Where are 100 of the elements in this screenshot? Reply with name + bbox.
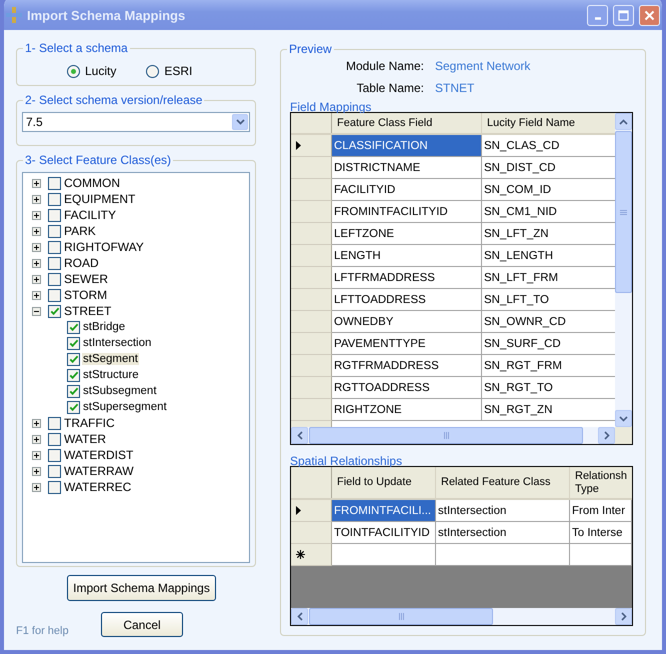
tree-item[interactable]: SEWER xyxy=(63,272,110,286)
column-header[interactable]: Feature Class Field xyxy=(332,113,482,133)
tree-item[interactable]: EQUIPMENT xyxy=(63,192,136,206)
radio-button[interactable]: ESRI xyxy=(146,64,192,78)
plus-icon xyxy=(34,484,39,490)
tree-item[interactable]: stBridge xyxy=(82,321,126,333)
tree-item[interactable]: stStructure xyxy=(82,369,140,381)
checkbox[interactable] xyxy=(48,416,61,430)
horizontal-scrollbar[interactable] xyxy=(291,427,632,444)
expander-icon[interactable] xyxy=(32,450,41,460)
tree-item[interactable]: stIntersection xyxy=(82,337,152,349)
checkbox[interactable] xyxy=(48,192,61,206)
group-title: 3- Select Feature Class(es) xyxy=(23,153,174,167)
plus-icon xyxy=(34,468,39,474)
close-button[interactable] xyxy=(639,4,660,26)
tree-item[interactable]: stSegment xyxy=(82,353,139,365)
plus-icon xyxy=(34,228,39,234)
checkbox[interactable] xyxy=(67,400,80,414)
checkbox[interactable] xyxy=(48,432,61,446)
tree-item[interactable]: STORM xyxy=(63,288,108,302)
current-row-icon xyxy=(296,506,301,515)
checkbox[interactable] xyxy=(48,288,61,302)
tree-item[interactable]: COMMON xyxy=(63,176,121,190)
expander-icon[interactable] xyxy=(32,290,41,300)
expander-icon[interactable] xyxy=(32,178,41,188)
tree-item[interactable]: WATER xyxy=(63,432,107,446)
horizontal-scrollbar[interactable] xyxy=(291,608,632,625)
tree-item[interactable]: ROAD xyxy=(63,256,100,270)
maximize-icon xyxy=(618,10,629,20)
checkbox[interactable] xyxy=(48,464,61,478)
expander-icon[interactable] xyxy=(32,306,41,316)
checkbox[interactable] xyxy=(48,272,61,286)
expander-icon[interactable] xyxy=(32,210,41,220)
spatial-relationships-grid[interactable]: Field to Update Related Feature Class Relationsh Type FROMINTFACILI... stIntersection From Inter TOINTFACILITYID stIntersection To Interse xyxy=(290,466,633,626)
expander-icon[interactable] xyxy=(32,242,41,252)
scroll-right-button[interactable] xyxy=(615,608,632,625)
radio-button[interactable]: Lucity xyxy=(67,64,116,78)
tree-item[interactable]: PARK xyxy=(63,224,97,238)
checkbox[interactable] xyxy=(48,448,61,462)
scrollbar-corner xyxy=(615,427,632,444)
scroll-left-button[interactable] xyxy=(291,608,308,625)
scroll-up-button[interactable] xyxy=(615,113,632,130)
column-header[interactable]: Relationsh Type xyxy=(570,467,632,498)
tree-item[interactable]: WATERDIST xyxy=(63,448,134,462)
checkbox[interactable] xyxy=(48,208,61,222)
scroll-left-button[interactable] xyxy=(291,427,308,444)
table-cell: RGTFRMADDRESS xyxy=(332,355,482,377)
column-header[interactable]: Field to Update xyxy=(332,467,436,498)
checkbox[interactable] xyxy=(48,224,61,238)
column-header[interactable]: Related Feature Class xyxy=(436,467,570,498)
expander-icon[interactable] xyxy=(32,258,41,268)
tree-item[interactable]: TRAFFIC xyxy=(63,416,116,430)
checkbox[interactable] xyxy=(67,368,80,382)
table-cell: FROMINTFACILITYID xyxy=(332,201,482,223)
checkbox[interactable] xyxy=(48,480,61,494)
checkbox[interactable] xyxy=(48,304,61,318)
expander-icon[interactable] xyxy=(32,482,41,492)
version-dropdown[interactable]: 7.5 xyxy=(22,112,250,132)
checkbox[interactable] xyxy=(67,320,80,334)
expander-icon[interactable] xyxy=(32,434,41,444)
cancel-button[interactable]: Cancel xyxy=(101,612,183,637)
plus-icon xyxy=(34,292,39,298)
plus-icon xyxy=(34,436,39,442)
scrollbar-thumb[interactable] xyxy=(309,608,493,625)
field-label: Module Name: xyxy=(344,59,424,73)
table-cell: stIntersection xyxy=(436,522,570,544)
tree-item[interactable]: stSubsegment xyxy=(82,385,158,397)
checkbox[interactable] xyxy=(48,256,61,270)
checkbox[interactable] xyxy=(67,384,80,398)
expander-icon[interactable] xyxy=(32,466,41,476)
minus-icon xyxy=(34,308,39,314)
checkbox[interactable] xyxy=(67,352,80,366)
expander-icon[interactable] xyxy=(32,418,41,428)
dropdown-button[interactable] xyxy=(232,114,248,130)
expander-icon[interactable] xyxy=(32,274,41,284)
checkbox[interactable] xyxy=(48,176,61,190)
expander-icon[interactable] xyxy=(32,226,41,236)
chevron-left-icon xyxy=(296,612,302,621)
checkbox[interactable] xyxy=(48,240,61,254)
plus-icon xyxy=(34,420,39,426)
table-cell: PAVEMENTTYPE xyxy=(332,333,482,355)
import-button[interactable]: Import Schema Mappings xyxy=(67,575,216,601)
expander-icon[interactable] xyxy=(32,194,41,204)
tree-item[interactable]: STREET xyxy=(63,304,112,318)
tree-item[interactable]: WATERREC xyxy=(63,480,132,494)
plus-icon xyxy=(34,276,39,282)
vertical-scrollbar[interactable] xyxy=(615,113,632,427)
tree-item[interactable]: WATERRAW xyxy=(63,464,135,478)
scrollbar-thumb[interactable] xyxy=(309,427,583,444)
checkbox[interactable] xyxy=(67,336,80,350)
scroll-down-button[interactable] xyxy=(615,410,632,427)
scroll-right-button[interactable] xyxy=(598,427,615,444)
tree-item[interactable]: FACILITY xyxy=(63,208,118,222)
scrollbar-thumb[interactable] xyxy=(615,131,632,293)
plus-icon xyxy=(34,180,39,186)
tree-item[interactable]: RIGHTOFWAY xyxy=(63,240,145,254)
field-value: Segment Network xyxy=(435,59,532,73)
tree-item[interactable]: stSupersegment xyxy=(82,401,168,413)
field-mappings-grid[interactable] xyxy=(290,112,633,445)
help-text: F1 for help xyxy=(16,625,70,637)
